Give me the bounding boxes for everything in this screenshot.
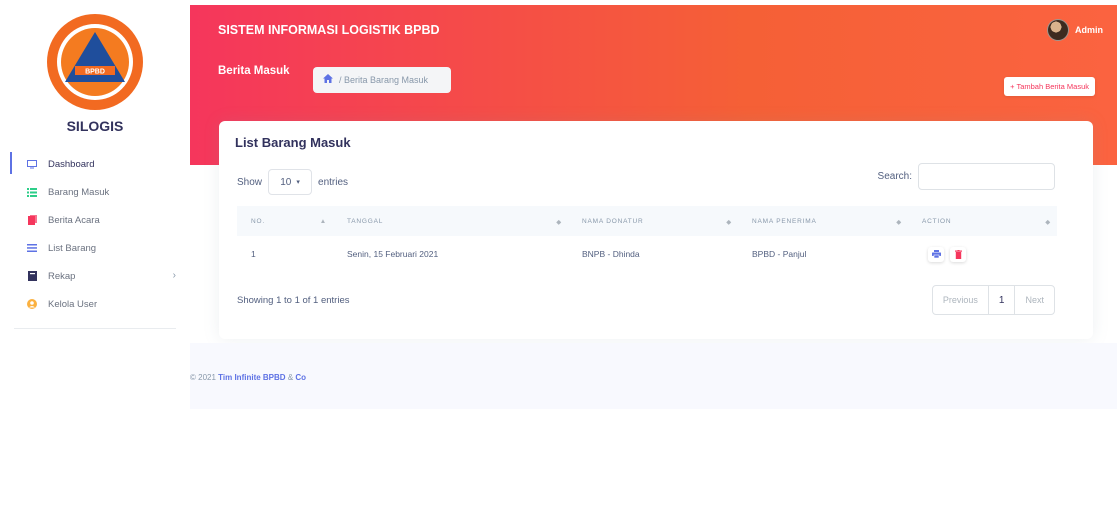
chevron-right-icon: ›	[172, 270, 176, 281]
print-button[interactable]	[928, 246, 944, 262]
entries-select[interactable]: 10 ▾	[268, 169, 313, 195]
table-info: Showing 1 to 1 of 1 entries	[237, 295, 350, 306]
breadcrumb-current: / Berita Barang Masuk	[339, 75, 429, 85]
entries-length-control: Show 10 ▾ entries	[237, 169, 348, 195]
user-circle-icon	[27, 299, 37, 309]
footer-link-team[interactable]: Tim Infinite BPBD	[218, 373, 285, 382]
column-label: NO.	[251, 217, 265, 225]
entries-value: 10	[280, 176, 292, 188]
table-header: NO. ▲ TANGGAL ◆ NAMA DONATUR ◆ NAMA PENERIM…	[237, 206, 1057, 236]
avatar	[1047, 19, 1069, 41]
footer-amp: &	[287, 373, 294, 382]
sidebar-item-dashboard[interactable]: Dashboard	[0, 150, 190, 178]
sidebar-item-label: Rekap	[48, 270, 76, 282]
bpbd-logo: BPBD	[47, 14, 143, 110]
sidebar-divider	[14, 328, 176, 329]
cell-no: 1	[251, 249, 256, 259]
sidebar-item-label: List Barang	[48, 242, 97, 254]
column-header-nama-penerima[interactable]: NAMA PENERIMA ◆	[738, 217, 908, 226]
sidebar-item-label: Dashboard	[48, 158, 95, 170]
page-title: Berita Masuk	[218, 65, 290, 77]
cell-tanggal: Senin, 15 Februari 2021	[347, 249, 439, 259]
document-icon	[27, 215, 37, 225]
list-icon	[27, 187, 37, 197]
sort-icon: ▲	[319, 217, 327, 225]
column-header-action[interactable]: ACTION ◆	[908, 217, 1057, 226]
sidebar-item-label: Barang Masuk	[48, 186, 110, 198]
book-icon	[27, 271, 37, 281]
column-label: ACTION	[922, 217, 952, 225]
search-input[interactable]	[918, 163, 1055, 190]
entries-label: entries	[318, 176, 349, 188]
delete-button[interactable]	[950, 246, 966, 262]
footer: © 2021 Tim Infinite BPBD & Co	[190, 343, 1117, 409]
show-label: Show	[237, 176, 263, 188]
pagination-page-1[interactable]: 1	[987, 286, 1016, 314]
print-icon	[931, 250, 941, 258]
column-label: NAMA DONATUR	[582, 217, 644, 225]
sidebar-nav: Dashboard Barang Masuk Berita Acara List…	[0, 150, 190, 318]
column-header-no[interactable]: NO. ▲	[237, 218, 333, 225]
pagination-next[interactable]: Next	[1015, 286, 1054, 314]
search-control: Search:	[878, 163, 1055, 190]
breadcrumb: / Berita Barang Masuk	[313, 67, 451, 93]
sort-icon: ◆	[556, 218, 562, 226]
add-berita-masuk-button[interactable]: + Tambah Berita Masuk	[1004, 77, 1095, 96]
sort-icon: ◆	[896, 218, 902, 226]
sidebar-item-berita-acara[interactable]: Berita Acara	[0, 206, 190, 234]
footer-copyright: © 2021 Tim Infinite BPBD & Co	[190, 373, 306, 382]
table-row: 1 Senin, 15 Februari 2021 BNPB - Dhinda …	[237, 239, 1057, 269]
sidebar-item-kelola-user[interactable]: Kelola User	[0, 290, 190, 318]
sidebar-item-label: Kelola User	[48, 298, 98, 310]
pagination: Previous 1 Next	[931, 285, 1055, 315]
chevron-down-icon: ▾	[296, 179, 300, 186]
cell-action	[908, 246, 1057, 262]
user-menu[interactable]: Admin	[1047, 19, 1103, 41]
search-label: Search:	[877, 171, 912, 182]
sidebar-item-rekap[interactable]: Rekap ›	[0, 262, 190, 290]
sidebar: BPBD SILOGIS Dashboard Barang Masuk Beri…	[0, 0, 190, 517]
sort-icon: ◆	[1045, 218, 1051, 226]
home-icon[interactable]	[323, 74, 333, 86]
footer-link-co[interactable]: Co	[295, 373, 306, 382]
brand-name: SILOGIS	[66, 118, 124, 134]
sidebar-item-label: Berita Acara	[48, 214, 100, 226]
card-title: List Barang Masuk	[235, 135, 351, 150]
sidebar-item-list-barang[interactable]: List Barang	[0, 234, 190, 262]
column-label: NAMA PENERIMA	[752, 217, 817, 225]
bars-icon	[27, 243, 37, 253]
column-header-tanggal[interactable]: TANGGAL ◆	[333, 217, 568, 226]
cell-donatur: BNPB - Dhinda	[582, 249, 640, 259]
list-card: List Barang Masuk Show 10 ▾ entries Sear…	[219, 121, 1093, 339]
app-title: SISTEM INFORMASI LOGISTIK BPBD	[218, 23, 440, 37]
sort-icon: ◆	[726, 218, 732, 226]
column-header-nama-donatur[interactable]: NAMA DONATUR ◆	[568, 217, 738, 226]
trash-icon	[954, 249, 962, 259]
svg-text:BPBD: BPBD	[85, 69, 105, 76]
cell-penerima: BPBD - Panjul	[752, 249, 807, 259]
sidebar-item-barang-masuk[interactable]: Barang Masuk	[0, 178, 190, 206]
copyright-text: © 2021	[190, 373, 216, 382]
user-name: Admin	[1075, 25, 1103, 35]
column-label: TANGGAL	[347, 217, 384, 225]
monitor-icon	[27, 159, 37, 169]
pagination-previous[interactable]: Previous	[933, 286, 988, 314]
